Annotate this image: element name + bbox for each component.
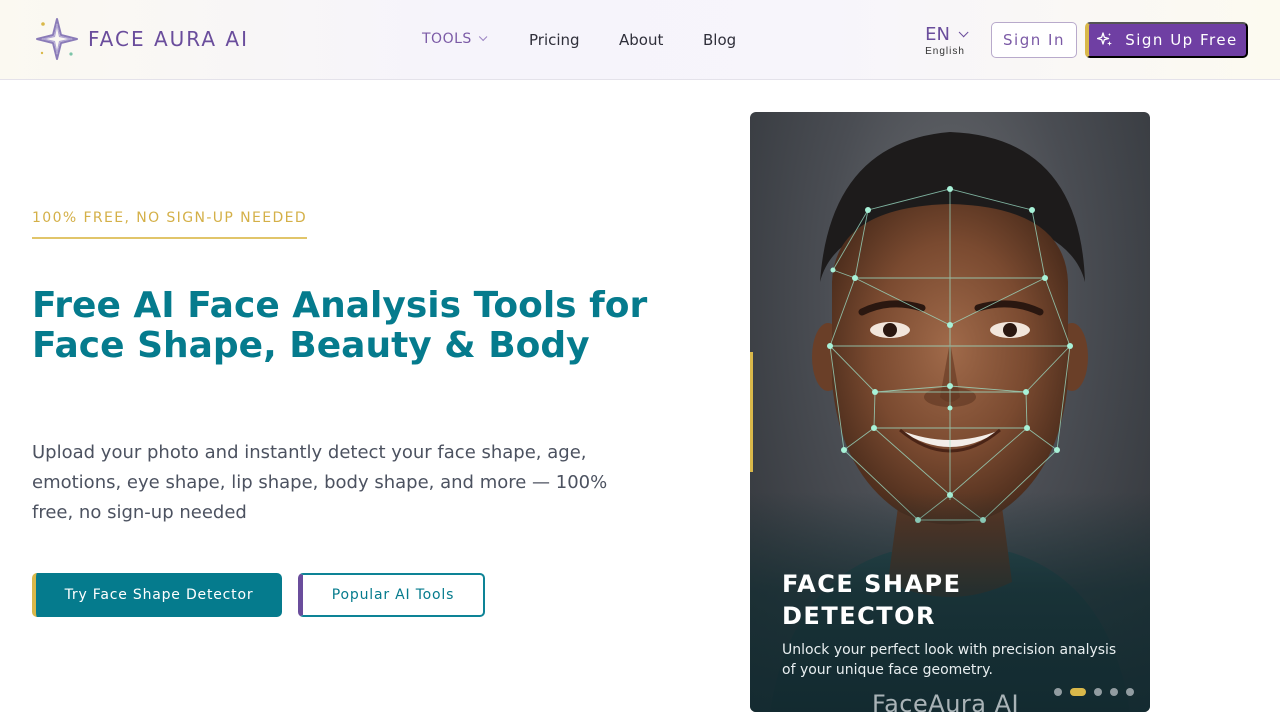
hero-eyebrow: 100% FREE, NO SIGN-UP NEEDED bbox=[32, 210, 308, 239]
slide-watermark-logo: FaceAura AI bbox=[872, 690, 1020, 712]
language-name: English bbox=[925, 46, 965, 57]
hero-carousel[interactable]: FACE SHAPE DETECTOR Unlock your perfect … bbox=[750, 112, 1150, 712]
popular-ai-tools-button[interactable]: Popular AI Tools bbox=[298, 573, 485, 617]
nav-blog-link[interactable]: Blog bbox=[703, 31, 736, 49]
hero-description: Upload your photo and instantly detect y… bbox=[32, 442, 608, 523]
brand-logo-link[interactable]: FACE AURA AI bbox=[34, 16, 249, 62]
carousel-dot[interactable] bbox=[1094, 688, 1102, 696]
chevron-down-icon bbox=[958, 27, 969, 38]
primary-cta-label: Try Face Shape Detector bbox=[64, 587, 254, 603]
hero-title: Free AI Face Analysis Tools for Face Sha… bbox=[32, 285, 648, 366]
chevron-down-icon bbox=[478, 32, 488, 42]
sparkles-icon bbox=[1097, 32, 1113, 46]
nav-tools-dropdown[interactable]: TOOLS bbox=[422, 31, 488, 47]
language-code: EN bbox=[925, 24, 950, 45]
carousel-dot[interactable] bbox=[1110, 688, 1118, 696]
language-selector[interactable]: EN English bbox=[922, 24, 969, 57]
sign-in-label: Sign In bbox=[1003, 31, 1065, 49]
nav-pricing-link[interactable]: Pricing bbox=[529, 31, 580, 49]
sign-up-free-button[interactable]: Sign Up Free bbox=[1085, 22, 1248, 58]
carousel-dot[interactable] bbox=[1126, 688, 1134, 696]
site-header: FACE AURA AI TOOLS Pricing About Blog EN… bbox=[0, 0, 1280, 80]
four-point-star-logo-icon bbox=[34, 16, 80, 62]
nav-about-link[interactable]: About bbox=[619, 31, 663, 49]
try-face-shape-detector-button[interactable]: Try Face Shape Detector bbox=[32, 573, 282, 617]
carousel-dot[interactable] bbox=[1054, 688, 1062, 696]
carousel-dot[interactable] bbox=[1070, 688, 1086, 696]
sign-up-label: Sign Up Free bbox=[1125, 31, 1238, 49]
carousel-pagination bbox=[1054, 688, 1142, 696]
card-accent-bar bbox=[750, 352, 753, 472]
sign-in-button[interactable]: Sign In bbox=[991, 22, 1077, 58]
secondary-cta-label: Popular AI Tools bbox=[331, 587, 455, 603]
slide-description: Unlock your perfect look with precision … bbox=[782, 642, 1117, 678]
nav-tools-label: TOOLS bbox=[422, 31, 472, 47]
slide-title: FACE SHAPE DETECTOR bbox=[782, 570, 962, 630]
brand-name: FACE AURA AI bbox=[88, 27, 249, 51]
